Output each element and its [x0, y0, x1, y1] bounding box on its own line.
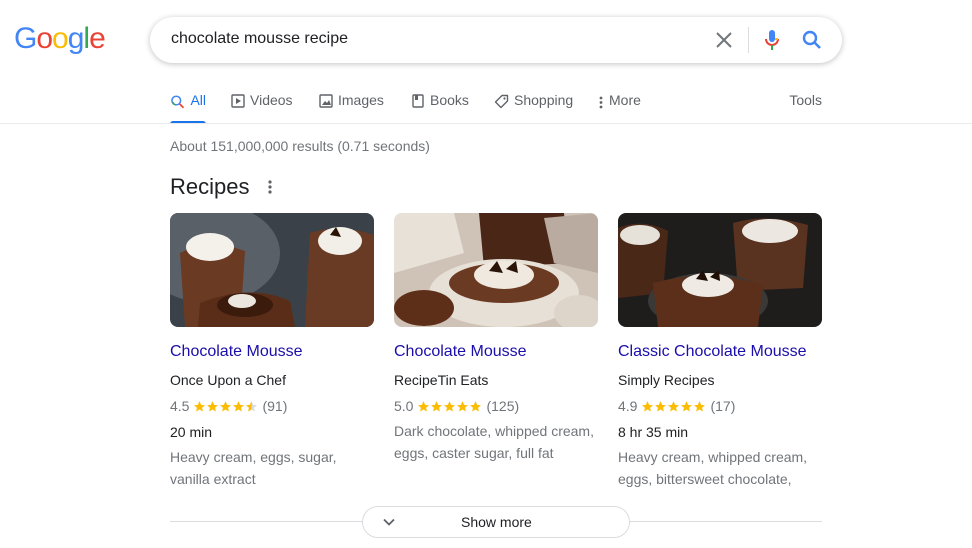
more-vert-icon — [599, 96, 603, 109]
recipe-time: 20 min — [170, 424, 213, 440]
clear-button[interactable] — [712, 28, 736, 52]
rating-value: 5.0 — [394, 398, 414, 414]
rating-value: 4.5 — [170, 398, 190, 414]
tab-videos[interactable]: Videos — [231, 92, 293, 124]
star-icon — [457, 400, 469, 412]
star-icon — [694, 400, 706, 412]
recipe-title-link[interactable]: Classic Chocolate Mousse — [618, 343, 807, 361]
ingredients-line: Dark chocolate, whipped cream, — [394, 423, 594, 439]
recipe-image[interactable] — [618, 213, 822, 327]
star-rating — [417, 400, 482, 413]
search-box[interactable]: chocolate mousse recipe — [150, 17, 842, 63]
tab-books[interactable]: Books — [411, 92, 469, 124]
logo-letter: o — [52, 22, 69, 55]
tab-more[interactable]: More — [598, 92, 641, 124]
recipe-rating: 4.9 (17) — [618, 398, 735, 414]
close-icon — [716, 32, 732, 48]
image-icon — [319, 94, 333, 108]
star-rating — [641, 400, 706, 413]
recipe-image[interactable] — [170, 213, 374, 327]
logo-letter: o — [36, 22, 53, 55]
ingredients-line: eggs, caster sugar, full fat — [394, 445, 554, 461]
recipe-time: 8 hr 35 min — [618, 424, 689, 440]
tab-label: Videos — [250, 92, 293, 108]
recipe-rating: 4.5 (91) — [170, 398, 287, 414]
rating-value: 4.9 — [618, 398, 638, 414]
search-icon — [171, 95, 185, 109]
ingredients-line: Heavy cream, eggs, sugar, — [170, 449, 337, 465]
star-icon — [207, 400, 219, 412]
video-icon — [231, 94, 245, 108]
tab-all[interactable]: All — [170, 92, 206, 124]
star-icon — [418, 400, 430, 412]
google-logo[interactable]: Google — [14, 22, 106, 56]
star-icon — [444, 400, 456, 412]
tab-label: Shopping — [514, 92, 574, 108]
recipe-image[interactable] — [394, 213, 598, 327]
recipe-source: RecipeTin Eats — [394, 372, 489, 388]
recipe-ingredients: Heavy cream, eggs, sugar, vanilla extrac… — [170, 446, 374, 490]
recipe-source: Once Upon a Chef — [170, 372, 286, 388]
tab-label: All — [190, 92, 206, 108]
show-more-button[interactable]: Show more — [362, 506, 630, 538]
tab-shopping[interactable]: Shopping — [494, 92, 573, 124]
star-icon — [220, 400, 232, 412]
star-icon — [642, 400, 654, 412]
logo-letter: g — [67, 22, 85, 55]
recipe-card[interactable]: Classic Chocolate Mousse Simply Recipes … — [618, 213, 822, 487]
recipe-source: Simply Recipes — [618, 372, 715, 388]
search-button[interactable] — [800, 28, 824, 52]
book-icon — [412, 94, 424, 108]
recipes-menu-button[interactable] — [262, 178, 278, 196]
review-count: (125) — [486, 398, 520, 414]
search-icon — [802, 30, 821, 49]
ingredients-line: vanilla extract — [170, 471, 256, 487]
star-rating — [193, 400, 258, 413]
half-star-icon — [246, 400, 258, 412]
recipe-title-link[interactable]: Chocolate Mousse — [170, 343, 303, 361]
recipe-ingredients: Dark chocolate, whipped cream, eggs, cas… — [394, 420, 598, 464]
review-count: (17) — [710, 398, 736, 414]
logo-letter: G — [14, 22, 37, 55]
search-input[interactable]: chocolate mousse recipe — [171, 30, 348, 48]
star-icon — [655, 400, 667, 412]
chevron-down-icon — [383, 518, 395, 526]
result-stats: About 151,000,000 results (0.71 seconds) — [170, 138, 430, 154]
recipes-heading: Recipes — [170, 174, 250, 199]
star-icon — [431, 400, 443, 412]
search-tabs: All Videos Images Books Shopping More To… — [170, 92, 822, 124]
more-vert-icon — [268, 180, 272, 194]
search-divider — [748, 27, 749, 53]
tab-label: Images — [338, 92, 384, 108]
tools-button[interactable]: Tools — [789, 92, 822, 108]
recipe-card[interactable]: Chocolate Mousse Once Upon a Chef 4.5 (9… — [170, 213, 374, 487]
show-more-label: Show more — [461, 514, 532, 530]
ingredients-line: eggs, bittersweet chocolate, — [618, 471, 792, 487]
ingredients-line: Heavy cream, whipped cream, — [618, 449, 808, 465]
tab-images[interactable]: Images — [319, 92, 384, 124]
tab-label: Books — [430, 92, 469, 108]
tab-label: More — [609, 92, 641, 108]
voice-search-button[interactable] — [760, 28, 784, 52]
recipe-rating: 5.0 (125) — [394, 398, 519, 414]
review-count: (91) — [262, 398, 288, 414]
star-icon — [233, 400, 245, 412]
star-icon — [470, 400, 482, 412]
star-icon — [681, 400, 693, 412]
recipe-card[interactable]: Chocolate Mousse RecipeTin Eats 5.0 (125… — [394, 213, 598, 461]
recipe-title-link[interactable]: Chocolate Mousse — [394, 343, 527, 361]
logo-letter: e — [89, 22, 106, 55]
star-icon — [668, 400, 680, 412]
tag-icon — [494, 94, 509, 109]
star-icon — [194, 400, 206, 412]
mic-icon — [765, 30, 779, 50]
header-divider — [0, 123, 972, 124]
recipe-ingredients: Heavy cream, whipped cream, eggs, bitter… — [618, 446, 822, 490]
